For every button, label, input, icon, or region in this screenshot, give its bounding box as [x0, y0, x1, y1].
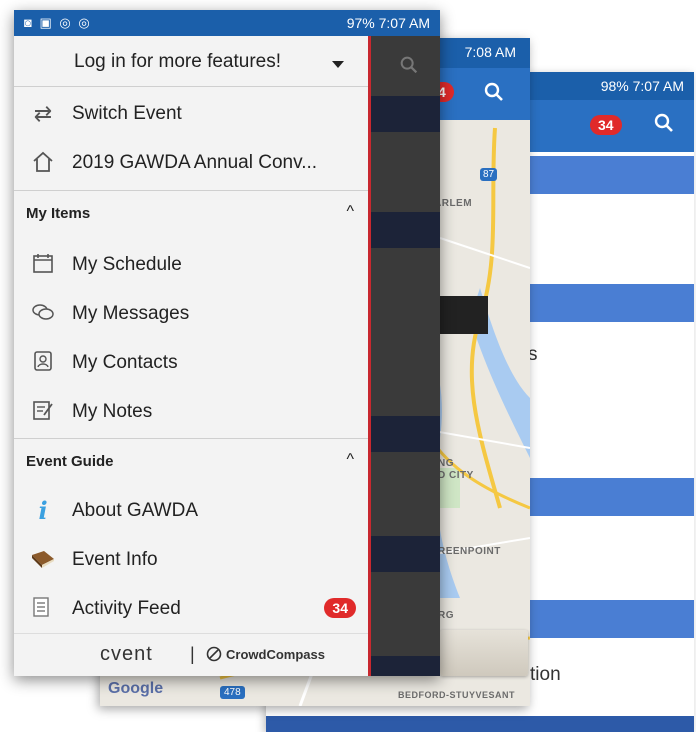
section-header-event-guide[interactable]: Event Guide ^: [14, 438, 368, 483]
map-label: BEDFORD-STUYVESANT: [398, 690, 516, 700]
book-icon: [30, 547, 56, 573]
sidebar-item-my-messages[interactable]: My Messages: [14, 289, 368, 338]
activity-count-badge: 34: [324, 598, 356, 618]
home-icon: [30, 150, 56, 176]
sidebar-item-about-gawda[interactable]: i About GAWDA: [14, 486, 368, 535]
contacts-icon: [30, 350, 56, 376]
info-icon: i: [38, 496, 48, 525]
branding-footer: cvent | CrowdCompass: [14, 633, 368, 676]
navigation-drawer: Log in for more features! ⇄ Switch Event…: [14, 36, 371, 676]
google-logo: Google: [108, 680, 164, 697]
sidebar-item-my-notes[interactable]: My Notes: [14, 387, 368, 436]
crowdcompass-logo: CrowdCompass: [226, 647, 325, 662]
feed-icon: [30, 596, 56, 622]
sidebar-item-event-info[interactable]: Event Info: [14, 535, 368, 584]
notification-icons: ◙ ▣ ◎ ◎: [24, 15, 92, 30]
notes-icon: [30, 399, 56, 425]
map-overlay-box: [438, 296, 488, 334]
dimmed-content[interactable]: [368, 36, 440, 676]
search-icon[interactable]: [482, 80, 506, 109]
chevron-up-icon[interactable]: ^: [346, 451, 354, 469]
section-band: [266, 716, 694, 732]
sidebar-item-my-contacts[interactable]: My Contacts: [14, 338, 368, 387]
chevron-up-icon[interactable]: ^: [346, 203, 354, 221]
login-text: Log in for more features!: [74, 51, 281, 72]
switch-event-item[interactable]: ⇄ Switch Event: [14, 89, 368, 138]
swap-arrows-icon: ⇄: [33, 101, 53, 126]
login-row[interactable]: Log in for more features!: [14, 36, 368, 86]
route-shield: 87: [480, 168, 498, 181]
chat-icon: [30, 301, 56, 327]
dropdown-arrow-icon[interactable]: [332, 56, 344, 74]
status-bar: ◙ ▣ ◎ ◎ 97% 7:07 AM: [14, 10, 440, 36]
list-item-label: tion: [530, 664, 561, 685]
calendar-icon: [30, 252, 56, 278]
map-label: RG: [438, 610, 454, 621]
map-card[interactable]: [440, 630, 528, 676]
sidebar-item-my-schedule[interactable]: My Schedule: [14, 240, 368, 289]
section-header-my-items[interactable]: My Items ^: [14, 190, 368, 235]
crowdcompass-icon: [206, 646, 222, 667]
map-label: REENPOINT: [438, 546, 501, 557]
drawer-screen: ◙ ▣ ◎ ◎ 97% 7:07 AM Log in for more feat…: [14, 10, 440, 676]
notification-badge[interactable]: 34: [590, 115, 622, 135]
map-label: NG: [438, 458, 454, 469]
highway-shield: 478: [220, 686, 245, 699]
search-icon[interactable]: [652, 111, 676, 140]
footer-divider: |: [190, 644, 195, 664]
sidebar-item-activity-feed[interactable]: Activity Feed 34: [14, 584, 368, 633]
event-home-item[interactable]: 2019 GAWDA Annual Conv...: [14, 138, 368, 187]
search-icon[interactable]: [398, 54, 420, 81]
map-label: D CITY: [438, 470, 474, 481]
cvent-logo: cvent: [100, 643, 153, 665]
